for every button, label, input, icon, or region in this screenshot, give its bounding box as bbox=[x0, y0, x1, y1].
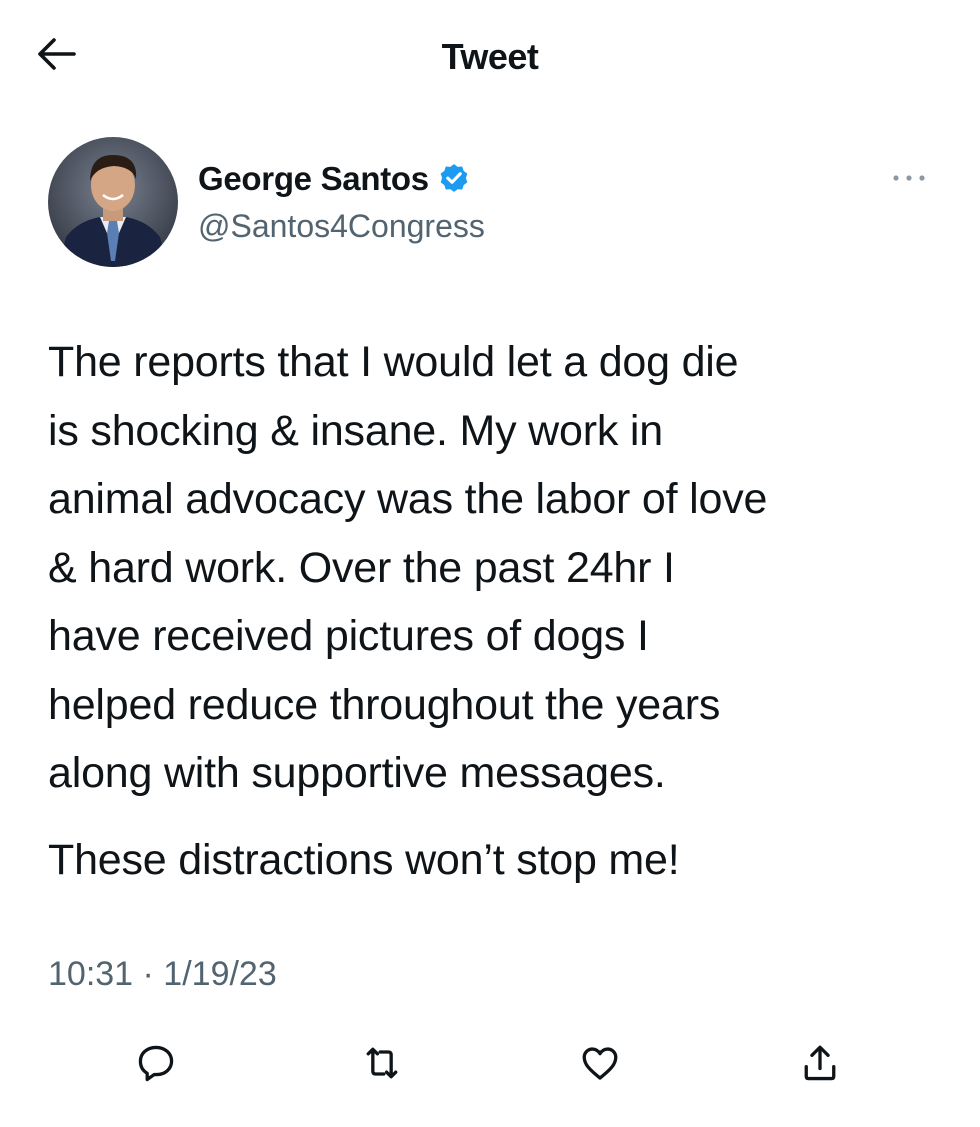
tweet-line: have received pictures of dogs I bbox=[48, 612, 649, 660]
share-button[interactable] bbox=[790, 1035, 850, 1095]
avatar[interactable] bbox=[48, 137, 178, 267]
author-name-row[interactable]: George Santos bbox=[198, 160, 471, 198]
tweet-paragraph-1: The reports that I would let a dog die i… bbox=[48, 328, 948, 808]
tweet-text: The reports that I would let a dog die i… bbox=[48, 328, 948, 894]
tweet-line: animal advocacy was the labor of love bbox=[48, 475, 768, 523]
tweet-line: & hard work. Over the past 24hr I bbox=[48, 543, 675, 592]
retweet-icon bbox=[359, 1041, 405, 1090]
page-title: Tweet bbox=[441, 36, 539, 77]
more-options-button[interactable] bbox=[886, 162, 932, 196]
like-button[interactable] bbox=[570, 1035, 630, 1095]
author-handle[interactable]: @Santos4Congress bbox=[198, 208, 485, 245]
reply-button[interactable] bbox=[126, 1035, 186, 1095]
tweet-line: is shocking & insane. My work in bbox=[48, 406, 663, 455]
tweet-line: helped reduce throughout the years bbox=[48, 680, 721, 729]
more-dots-icon bbox=[891, 170, 927, 188]
tweet-line: The reports that I would let a dog die bbox=[48, 338, 739, 386]
top-bar: Tweet bbox=[0, 0, 980, 115]
retweet-button[interactable] bbox=[352, 1035, 412, 1095]
verified-badge-icon bbox=[437, 162, 471, 196]
tweet-timestamp[interactable]: 10:31 · 1/19/23 bbox=[48, 955, 277, 994]
tweet-line: along with supportive messages. bbox=[48, 749, 666, 797]
author-name[interactable]: George Santos bbox=[198, 160, 429, 198]
share-icon bbox=[798, 1041, 842, 1090]
heart-icon bbox=[578, 1041, 622, 1090]
tweet-paragraph-2: These distractions won’t stop me! bbox=[48, 835, 680, 884]
reply-icon bbox=[134, 1041, 178, 1090]
action-bar bbox=[0, 1035, 980, 1095]
